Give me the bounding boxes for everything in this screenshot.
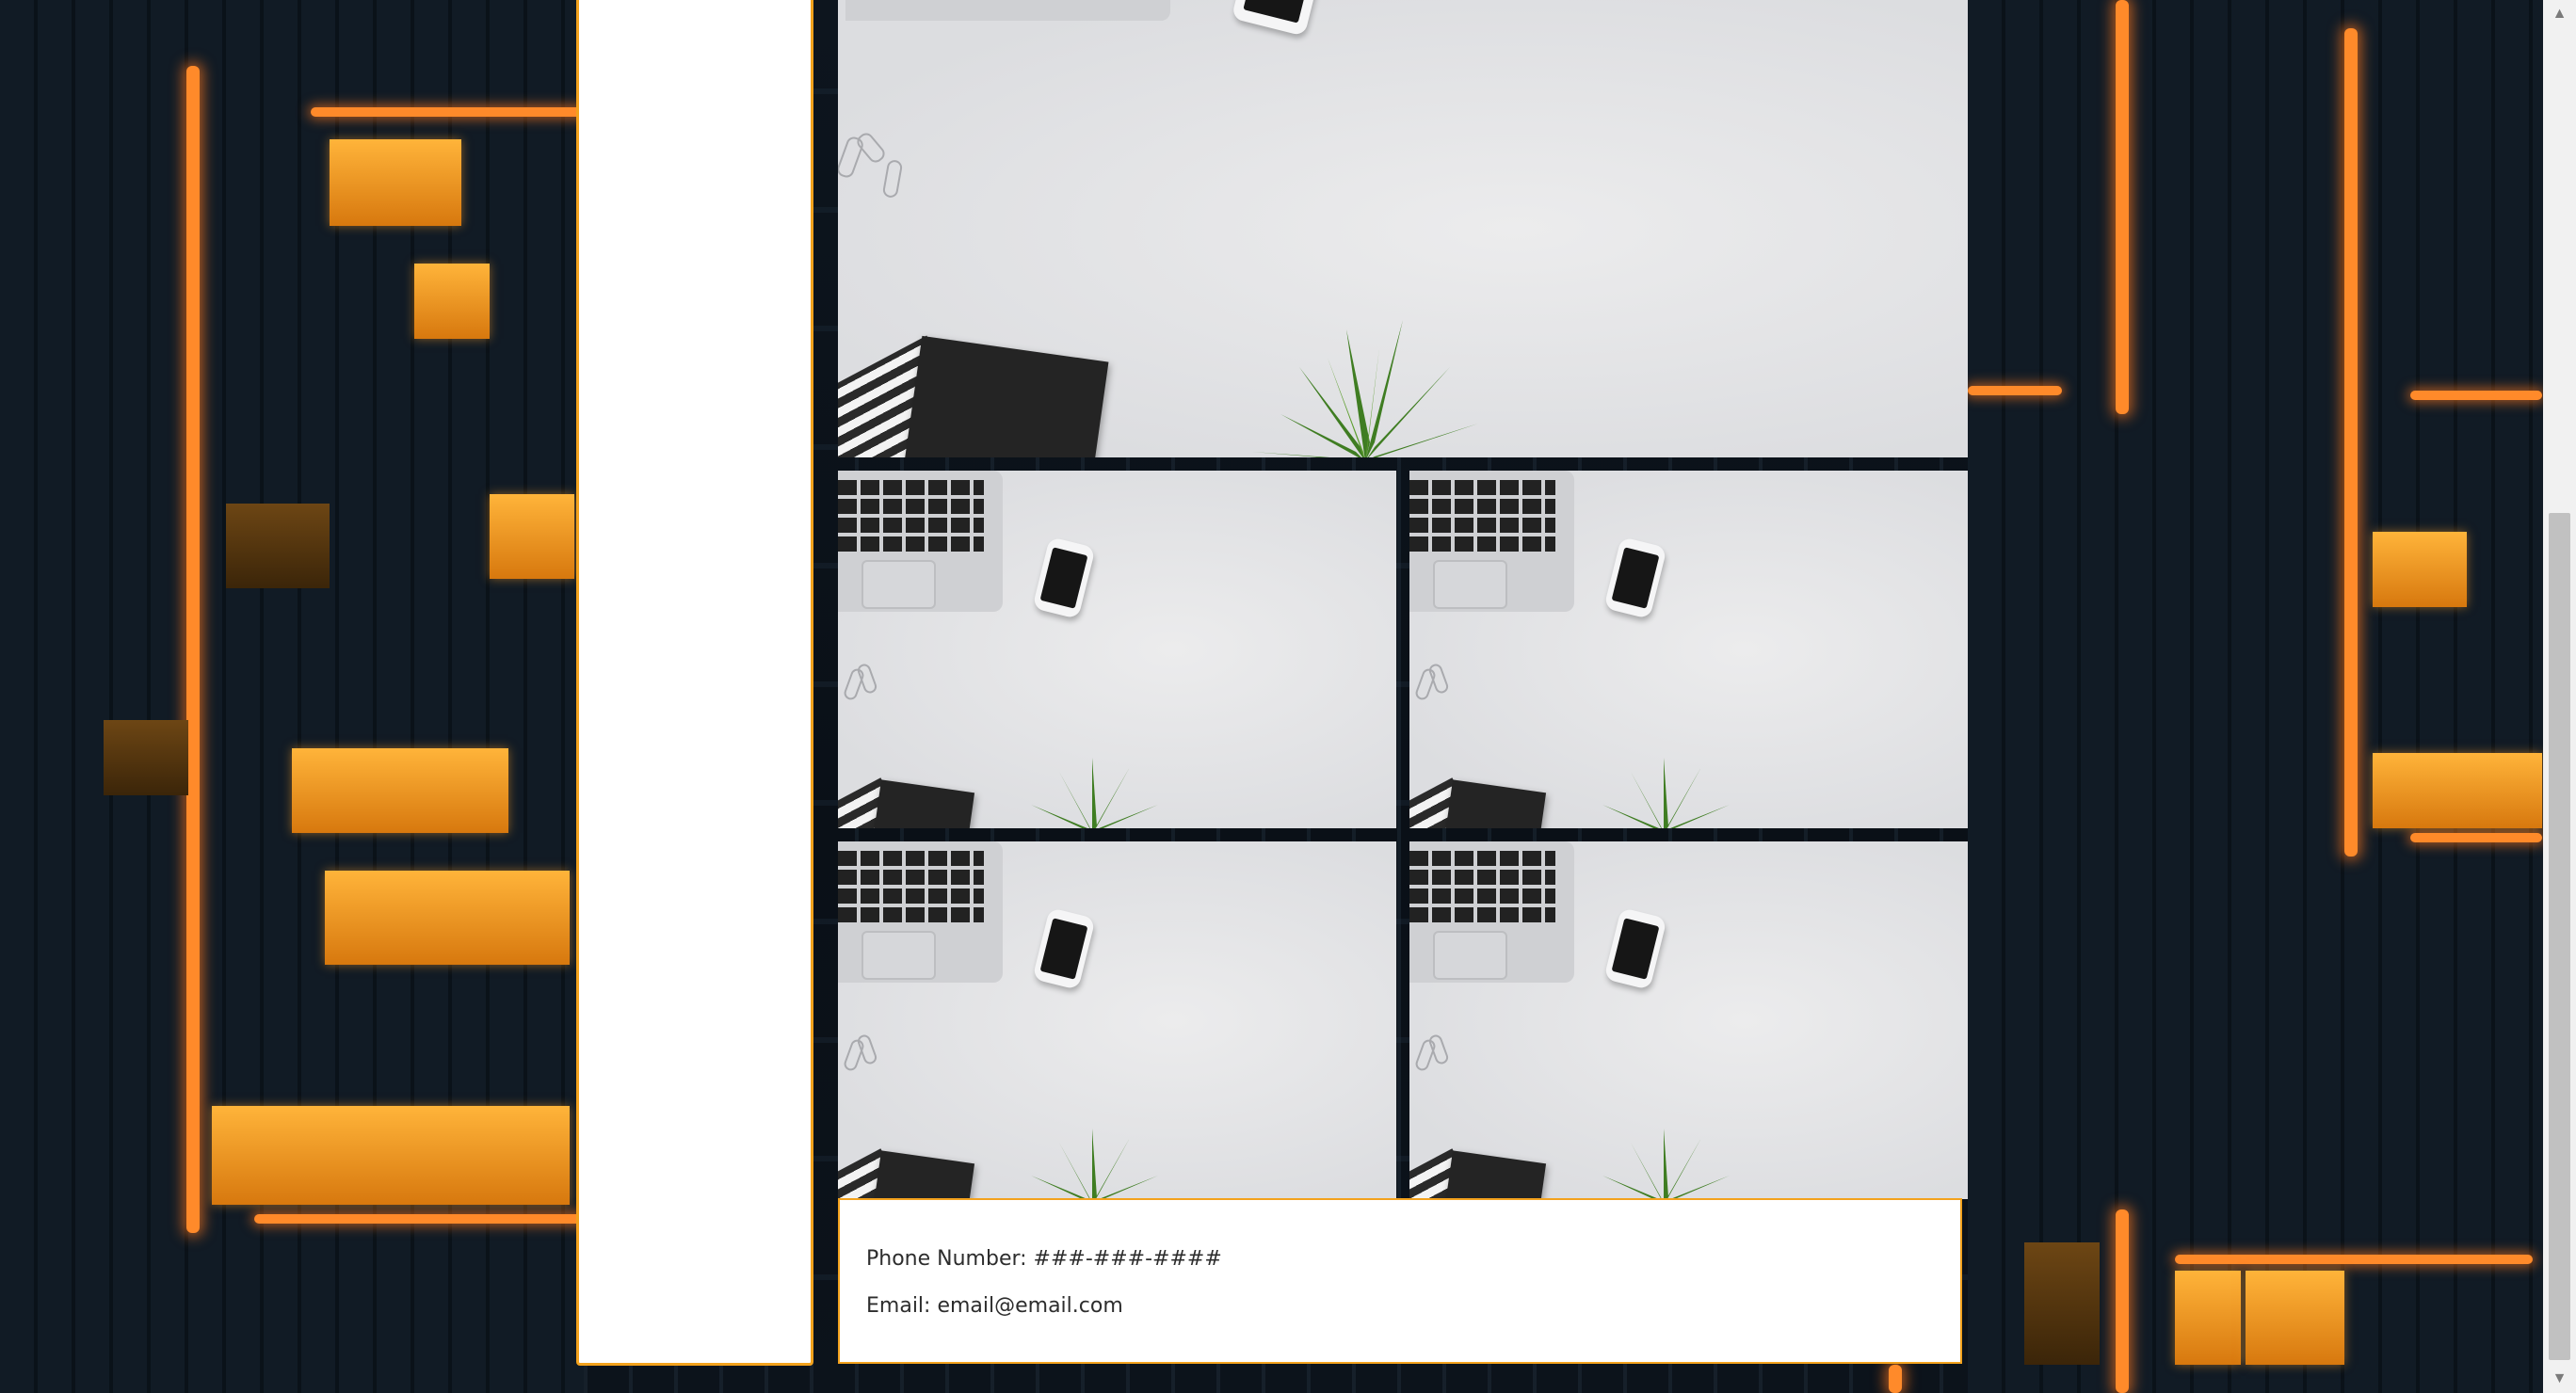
plant-image [1252, 320, 1478, 457]
laptop-image [845, 0, 1170, 21]
email-text: Email: email@email.com [866, 1294, 1123, 1318]
contact-info-box: Phone Number: ###-###-#### Email: email@… [838, 1198, 1962, 1364]
gallery-tile-4 [1409, 841, 1968, 1199]
hero-desk-photo [838, 0, 1968, 457]
page-scrollbar[interactable]: ▲ ▼ [2543, 0, 2576, 1393]
scroll-down-icon[interactable]: ▼ [2543, 1365, 2576, 1393]
phone-number-text: Phone Number: ###-###-#### [866, 1247, 1222, 1271]
phone-image [1231, 0, 1321, 37]
scroll-up-icon[interactable]: ▲ [2543, 0, 2576, 28]
notebook-image [902, 335, 1109, 457]
scrollbar-thumb[interactable] [2549, 513, 2570, 1360]
gallery-tile-1 [838, 471, 1396, 828]
gallery-tile-3 [838, 841, 1396, 1199]
sidebar-panel [576, 0, 813, 1366]
gallery-tile-2 [1409, 471, 1968, 828]
paperclip-image [881, 158, 904, 200]
paperclip-image [854, 130, 888, 166]
